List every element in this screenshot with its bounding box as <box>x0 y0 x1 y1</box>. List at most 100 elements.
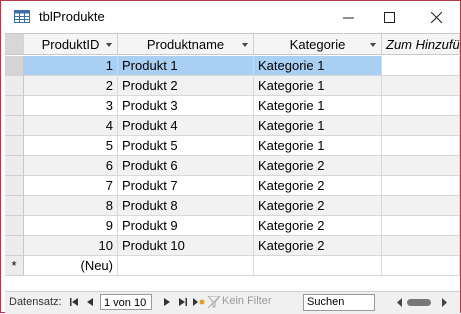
record-selector[interactable] <box>5 136 24 156</box>
table-row[interactable]: 5 Produkt 5 Kategorie 1 <box>5 136 460 156</box>
record-selector[interactable] <box>5 116 24 136</box>
new-record-cell[interactable] <box>382 256 460 276</box>
produktname-cell[interactable]: Produkt 6 <box>118 156 254 176</box>
table-row[interactable]: 4 Produkt 4 Kategorie 1 <box>5 116 460 136</box>
new-record-marker[interactable]: * <box>5 256 24 276</box>
column-header-row: ProduktID Produktname Kategorie Zum Hinz… <box>5 34 460 56</box>
add-field-cell[interactable] <box>382 76 460 96</box>
produktid-cell[interactable]: 10 <box>24 236 118 256</box>
produktname-cell[interactable]: Produkt 1 <box>118 56 254 76</box>
table-row[interactable]: 9 Produkt 9 Kategorie 2 <box>5 216 460 236</box>
record-selector[interactable] <box>5 56 24 76</box>
record-selector[interactable] <box>5 76 24 96</box>
kategorie-cell[interactable]: Kategorie 1 <box>254 76 382 96</box>
add-field-cell[interactable] <box>382 236 460 256</box>
new-record-row[interactable]: * (Neu) <box>5 256 460 276</box>
produktid-cell[interactable]: 4 <box>24 116 118 136</box>
produktid-cell[interactable]: 2 <box>24 76 118 96</box>
record-number-input[interactable]: 1 von 10 <box>100 294 152 310</box>
produktid-cell[interactable]: 7 <box>24 176 118 196</box>
filter-icon <box>208 296 220 308</box>
select-all-corner[interactable] <box>5 34 24 55</box>
horizontal-scrollbar[interactable] <box>397 297 447 308</box>
column-header-add-field[interactable]: Zum Hinzufügen klicken <box>382 34 460 55</box>
record-selector[interactable] <box>5 216 24 236</box>
close-icon <box>430 11 442 23</box>
produktid-cell[interactable]: 5 <box>24 136 118 156</box>
add-field-cell[interactable] <box>382 196 460 216</box>
produktid-cell[interactable]: 6 <box>24 156 118 176</box>
table-row[interactable]: 3 Produkt 3 Kategorie 1 <box>5 96 460 116</box>
record-selector[interactable] <box>5 196 24 216</box>
produktname-cell[interactable]: Produkt 10 <box>118 236 254 256</box>
record-selector[interactable] <box>5 96 24 116</box>
first-record-button[interactable] <box>67 295 81 309</box>
kategorie-cell[interactable]: Kategorie 2 <box>254 216 382 236</box>
column-header-produktname[interactable]: Produktname <box>118 34 254 55</box>
produktname-cell[interactable]: Produkt 4 <box>118 116 254 136</box>
add-field-cell[interactable] <box>382 96 460 116</box>
table-row[interactable]: 2 Produkt 2 Kategorie 1 <box>5 76 460 96</box>
column-header-kategorie[interactable]: Kategorie <box>254 34 382 55</box>
produktid-cell[interactable]: 3 <box>24 96 118 116</box>
new-record-cell[interactable] <box>118 256 254 276</box>
filter-status[interactable]: Kein Filter <box>222 295 272 307</box>
record-selector[interactable] <box>5 176 24 196</box>
table-row[interactable]: 10 Produkt 10 Kategorie 2 <box>5 236 460 256</box>
record-label: Datensatz: <box>9 296 62 308</box>
datasheet-grid: ProduktID Produktname Kategorie Zum Hinz… <box>5 33 460 286</box>
dropdown-arrow-icon[interactable] <box>106 43 112 47</box>
table-icon <box>14 10 30 23</box>
new-record-cell[interactable] <box>254 256 382 276</box>
table-row[interactable]: 6 Produkt 6 Kategorie 2 <box>5 156 460 176</box>
search-input[interactable]: Suchen <box>303 294 375 311</box>
column-header-label: Kategorie <box>289 37 346 52</box>
record-selector[interactable] <box>5 236 24 256</box>
new-record-button[interactable] <box>192 295 206 309</box>
dropdown-arrow-icon[interactable] <box>370 43 376 47</box>
first-record-icon <box>70 298 78 306</box>
maximize-icon <box>383 11 395 23</box>
add-field-cell[interactable] <box>382 56 460 76</box>
new-record-id-cell[interactable]: (Neu) <box>24 256 118 276</box>
produktname-cell[interactable]: Produkt 3 <box>118 96 254 116</box>
previous-record-button[interactable] <box>83 295 97 309</box>
record-selector[interactable] <box>5 156 24 176</box>
kategorie-cell[interactable]: Kategorie 1 <box>254 116 382 136</box>
kategorie-cell[interactable]: Kategorie 1 <box>254 56 382 76</box>
kategorie-cell[interactable]: Kategorie 2 <box>254 176 382 196</box>
close-button[interactable] <box>414 1 458 33</box>
produktname-cell[interactable]: Produkt 9 <box>118 216 254 236</box>
datasheet-window: tblProdukte ProduktID Produktname Katego… <box>0 0 461 314</box>
kategorie-cell[interactable]: Kategorie 2 <box>254 196 382 216</box>
table-row[interactable]: 7 Produkt 7 Kategorie 2 <box>5 176 460 196</box>
produktname-cell[interactable]: Produkt 2 <box>118 76 254 96</box>
column-header-produktid[interactable]: ProduktID <box>24 34 118 55</box>
table-row[interactable]: 1 Produkt 1 Kategorie 1 <box>5 56 460 76</box>
produktname-cell[interactable]: Produkt 7 <box>118 176 254 196</box>
maximize-button[interactable] <box>367 1 411 33</box>
produktname-cell[interactable]: Produkt 8 <box>118 196 254 216</box>
record-navigation-bar: Datensatz: 1 von 10 Kein Filter Suchen <box>5 291 460 314</box>
kategorie-cell[interactable]: Kategorie 1 <box>254 96 382 116</box>
kategorie-cell[interactable]: Kategorie 1 <box>254 136 382 156</box>
dropdown-arrow-icon[interactable] <box>242 43 248 47</box>
minimize-button[interactable] <box>326 1 370 33</box>
kategorie-cell[interactable]: Kategorie 2 <box>254 236 382 256</box>
column-header-label: ProduktID <box>41 37 100 52</box>
produktid-cell[interactable]: 8 <box>24 196 118 216</box>
kategorie-cell[interactable]: Kategorie 2 <box>254 156 382 176</box>
minimize-icon <box>342 17 354 18</box>
add-field-cell[interactable] <box>382 116 460 136</box>
table-row[interactable]: 8 Produkt 8 Kategorie 2 <box>5 196 460 216</box>
produktid-cell[interactable]: 1 <box>24 56 118 76</box>
produktname-cell[interactable]: Produkt 5 <box>118 136 254 156</box>
add-field-cell[interactable] <box>382 156 460 176</box>
add-field-cell[interactable] <box>382 216 460 236</box>
new-record-icon <box>193 298 205 306</box>
add-field-cell[interactable] <box>382 136 460 156</box>
last-record-button[interactable] <box>176 295 190 309</box>
add-field-cell[interactable] <box>382 176 460 196</box>
produktid-cell[interactable]: 9 <box>24 216 118 236</box>
next-record-button[interactable] <box>160 295 174 309</box>
